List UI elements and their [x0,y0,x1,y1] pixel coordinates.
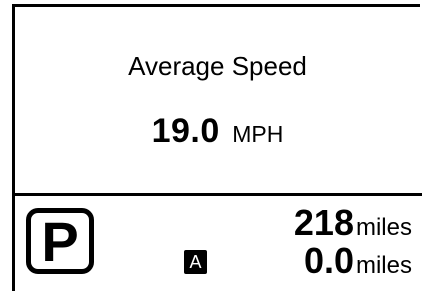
park-gear-icon: P [26,208,94,274]
range-unit: miles [355,214,412,241]
trip-info-panel: Average Speed 19.0 MPH [15,7,420,191]
average-speed-value: 19.0 [151,112,220,150]
average-speed-readout: 19.0 MPH [15,112,420,151]
info-title: Average Speed [128,51,307,81]
trip-distance-unit: miles [355,252,412,279]
mode-badge: A [184,250,207,274]
trip-distance-value: 0.0 [303,240,354,281]
trip-distance-readout: 0.0miles [304,242,412,285]
instrument-cluster-display: Average Speed 19.0 MPH P A 218miles 0.0m… [0,0,422,295]
divider-line [12,193,422,196]
gear-letter: P [41,210,79,273]
range-value: 218 [293,202,354,243]
average-speed-unit: MPH [232,121,284,147]
